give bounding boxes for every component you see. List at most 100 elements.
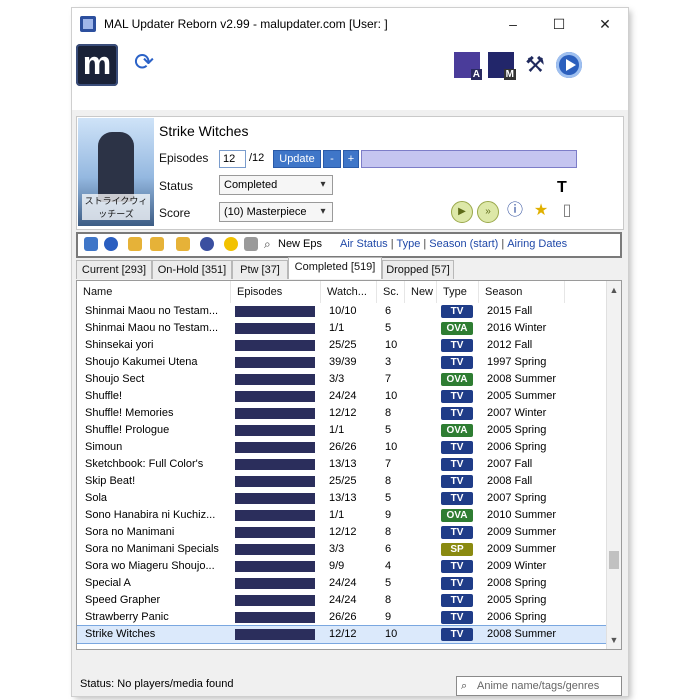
table-row[interactable]: Sketchbook: Full Color's 13/13 7 TV 2007 Fal… [77, 456, 607, 473]
play-icon[interactable] [556, 52, 582, 78]
row-new [411, 490, 439, 507]
table-row[interactable]: Shinmai Maou no Testam... 10/10 6 TV 2015 Fa… [77, 303, 607, 320]
scroll-down-icon[interactable]: ▼ [607, 633, 621, 647]
table-row[interactable]: Skip Beat! 25/25 8 TV 2008 Fall [77, 473, 607, 490]
tab-ptw[interactable]: Ptw [37] [232, 260, 288, 279]
row-season: 2006 Spring [487, 441, 547, 453]
tools-icon[interactable]: ⚒ [522, 52, 548, 78]
anime-list-icon[interactable] [454, 52, 482, 80]
puzzle-icon[interactable] [244, 237, 258, 251]
info-icon[interactable]: ⓘ [505, 201, 525, 221]
row-name: Shuffle! Memories [85, 407, 174, 419]
air-status-link[interactable]: Air Status [340, 238, 388, 250]
table-row[interactable]: Sora wo Miageru Shoujo... 9/9 4 TV 2009 Wint… [77, 558, 607, 575]
row-watched: 25/25 [329, 339, 357, 351]
row-season: 2009 Winter [487, 560, 547, 572]
play-episode-icon[interactable]: ▶ [451, 201, 473, 223]
table-row[interactable]: Simoun 26/26 10 TV 2006 Spring [77, 439, 607, 456]
anime-list: Name Episodes Watch... Sc. New Type Seas… [76, 280, 622, 650]
table-row[interactable]: Strike Witches 12/12 10 TV 2008 Summer [77, 625, 608, 644]
episodes-input[interactable]: 12 [219, 150, 246, 168]
vertical-scrollbar[interactable]: ▲ ▼ [606, 281, 621, 649]
close-button[interactable]: ✕ [582, 8, 628, 40]
decrement-button[interactable]: - [323, 150, 341, 168]
col-type[interactable]: Type [437, 281, 479, 303]
score-select[interactable]: (10) Masterpiece ▾ [219, 202, 333, 222]
update-button[interactable]: Update [273, 150, 321, 168]
table-row[interactable]: Special A 24/24 5 TV 2008 Spring [77, 575, 607, 592]
star-icon[interactable] [224, 237, 238, 251]
folder-add-icon[interactable] [150, 237, 164, 251]
episode-progress [235, 374, 315, 385]
table-row[interactable]: Shoujo Kakumei Utena 39/39 3 TV 1997 Spring [77, 354, 607, 371]
text-size-icon[interactable]: T [557, 179, 567, 197]
tab-completed[interactable]: Completed [519] [288, 257, 382, 279]
row-score: 6 [385, 305, 392, 317]
col-score[interactable]: Sc. [377, 281, 405, 303]
season-link[interactable]: Season (start) [429, 238, 498, 250]
row-watched: 26/26 [329, 441, 357, 453]
col-episodes[interactable]: Episodes [231, 281, 321, 303]
search-input[interactable]: ⌕ Anime name/tags/genres [456, 676, 622, 696]
row-season: 2005 Summer [487, 390, 557, 402]
search-icon: ⌕ [461, 680, 468, 692]
status-select[interactable]: Completed ▾ [219, 175, 333, 195]
row-season: 2009 Summer [487, 543, 557, 555]
mal-logo-icon[interactable]: m [76, 44, 118, 86]
refresh-icon[interactable]: ⟳ [130, 50, 158, 78]
forward-icon[interactable] [104, 237, 118, 251]
table-row[interactable]: Sora no Manimani 12/12 8 TV 2009 Summer [77, 524, 607, 541]
table-row[interactable]: Speed Grapher 24/24 8 TV 2005 Spring [77, 592, 607, 609]
scroll-up-icon[interactable]: ▲ [607, 283, 621, 297]
row-score: 6 [385, 543, 392, 555]
row-watched: 1/1 [329, 509, 345, 521]
table-row[interactable]: Strawberry Panic 26/26 9 TV 2006 Spring [77, 609, 607, 626]
folder-open-icon[interactable] [176, 237, 190, 251]
row-score: 3 [385, 356, 392, 368]
search-icon[interactable]: ⌕ [264, 237, 278, 251]
episode-progress [235, 510, 315, 521]
col-season[interactable]: Season [479, 281, 565, 303]
play-next-icon[interactable]: » [477, 201, 499, 223]
type-link[interactable]: Type [397, 238, 421, 250]
row-score: 8 [385, 526, 392, 538]
type-badge: TV [441, 628, 473, 641]
type-badge: OVA [441, 322, 473, 335]
table-row[interactable]: Shuffle! 24/24 10 TV 2005 Summer [77, 388, 607, 405]
airing-dates-link[interactable]: Airing Dates [507, 238, 567, 250]
manga-list-icon[interactable] [488, 52, 516, 80]
table-row[interactable]: Shuffle! Memories 12/12 8 TV 2007 Winter [77, 405, 607, 422]
col-name[interactable]: Name [77, 281, 231, 303]
maximize-button[interactable]: ☐ [536, 8, 582, 40]
folder-icon[interactable] [128, 237, 142, 251]
clock-icon[interactable] [200, 237, 214, 251]
table-row[interactable]: Sono Hanabira ni Kuchiz... 1/1 9 OVA 2010 Su… [77, 507, 607, 524]
table-row[interactable]: Shuffle! Prologue 1/1 5 OVA 2005 Spring [77, 422, 607, 439]
table-row[interactable]: Sora no Manimani Specials 3/3 6 SP 2009 Summ… [77, 541, 607, 558]
tab-on-hold[interactable]: On-Hold [351] [152, 260, 232, 279]
row-name: Sora no Manimani [85, 526, 175, 538]
scroll-thumb[interactable] [609, 551, 619, 569]
type-badge: TV [441, 526, 473, 539]
row-watched: 3/3 [329, 373, 345, 385]
new-eps-link[interactable]: New Eps [278, 238, 322, 250]
col-new[interactable]: New [405, 281, 437, 303]
row-name: Sono Hanabira ni Kuchiz... [85, 509, 216, 521]
table-row[interactable]: Shoujo Sect 3/3 7 OVA 2008 Summer [77, 371, 607, 388]
row-season: 2005 Spring [487, 594, 547, 606]
tab-dropped[interactable]: Dropped [57] [382, 260, 454, 279]
minimize-button[interactable]: – [490, 8, 536, 40]
col-watched[interactable]: Watch... [321, 281, 377, 303]
sync-icon[interactable] [84, 237, 98, 251]
favorite-star-icon[interactable]: ★ [531, 201, 551, 221]
add-file-icon[interactable]: ▯ [557, 201, 577, 221]
chevron-down-icon: ▾ [320, 179, 326, 190]
row-watched: 1/1 [329, 322, 345, 334]
table-row[interactable]: Sola 13/13 5 TV 2007 Spring [77, 490, 607, 507]
row-score: 10 [385, 628, 398, 640]
tab-current[interactable]: Current [293] [76, 260, 152, 279]
table-row[interactable]: Shinmai Maou no Testam... 1/1 5 OVA 2016 Win… [77, 320, 607, 337]
table-row[interactable]: Shinsekai yori 25/25 10 TV 2012 Fall [77, 337, 607, 354]
increment-button[interactable]: + [343, 150, 359, 168]
episode-progress [235, 561, 315, 572]
